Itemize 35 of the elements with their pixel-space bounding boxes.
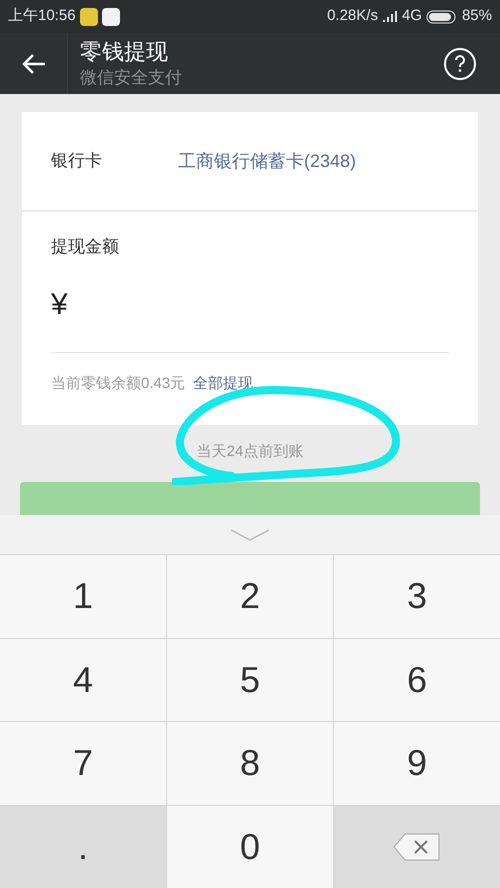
chevron-down-icon [230, 528, 270, 540]
collapse-keyboard-button[interactable] [0, 515, 500, 555]
amount-label: 提现金额 [51, 236, 120, 258]
dot-key[interactable]: . [0, 806, 166, 888]
arrival-note: 当天24点前到账 [196, 442, 304, 462]
network-speed: 0.28K/s [327, 6, 378, 26]
currency-symbol: ¥ [51, 286, 69, 322]
balance-text: 当前零钱余额0.43元 [51, 374, 186, 394]
digit-key[interactable]: 2 [167, 555, 333, 638]
help-button[interactable] [444, 48, 476, 80]
back-arrow-icon [20, 52, 46, 74]
page-title: 零钱提现 [80, 38, 169, 66]
digit-key[interactable]: 1 [0, 555, 166, 638]
app-icon [80, 8, 98, 26]
digit-key[interactable]: 0 [167, 806, 333, 888]
battery-icon [426, 10, 458, 24]
digit-key[interactable]: 6 [334, 638, 500, 721]
app-icon [102, 8, 120, 26]
digit-key[interactable]: 9 [334, 722, 500, 804]
bank-card-value: 工商银行储蓄卡(2348) [178, 150, 356, 173]
network-type: 4G [402, 6, 422, 26]
digit-key[interactable]: 3 [334, 555, 500, 638]
status-time: 上午10:56 [8, 6, 76, 26]
digit-key[interactable]: 4 [0, 638, 166, 721]
digit-key[interactable]: 8 [167, 722, 333, 804]
signal-icon [382, 10, 398, 22]
battery-level: 85% [462, 6, 492, 26]
bank-card-label: 银行卡 [51, 150, 103, 172]
digit-key[interactable]: 5 [167, 638, 333, 721]
bank-card-row[interactable]: 银行卡 工商银行储蓄卡(2348) [22, 112, 478, 210]
digit-key[interactable]: 7 [0, 722, 166, 804]
delete-key[interactable] [334, 806, 500, 888]
help-icon [454, 54, 466, 72]
backspace-icon [393, 832, 441, 861]
page-subtitle: 微信安全支付 [80, 66, 183, 88]
